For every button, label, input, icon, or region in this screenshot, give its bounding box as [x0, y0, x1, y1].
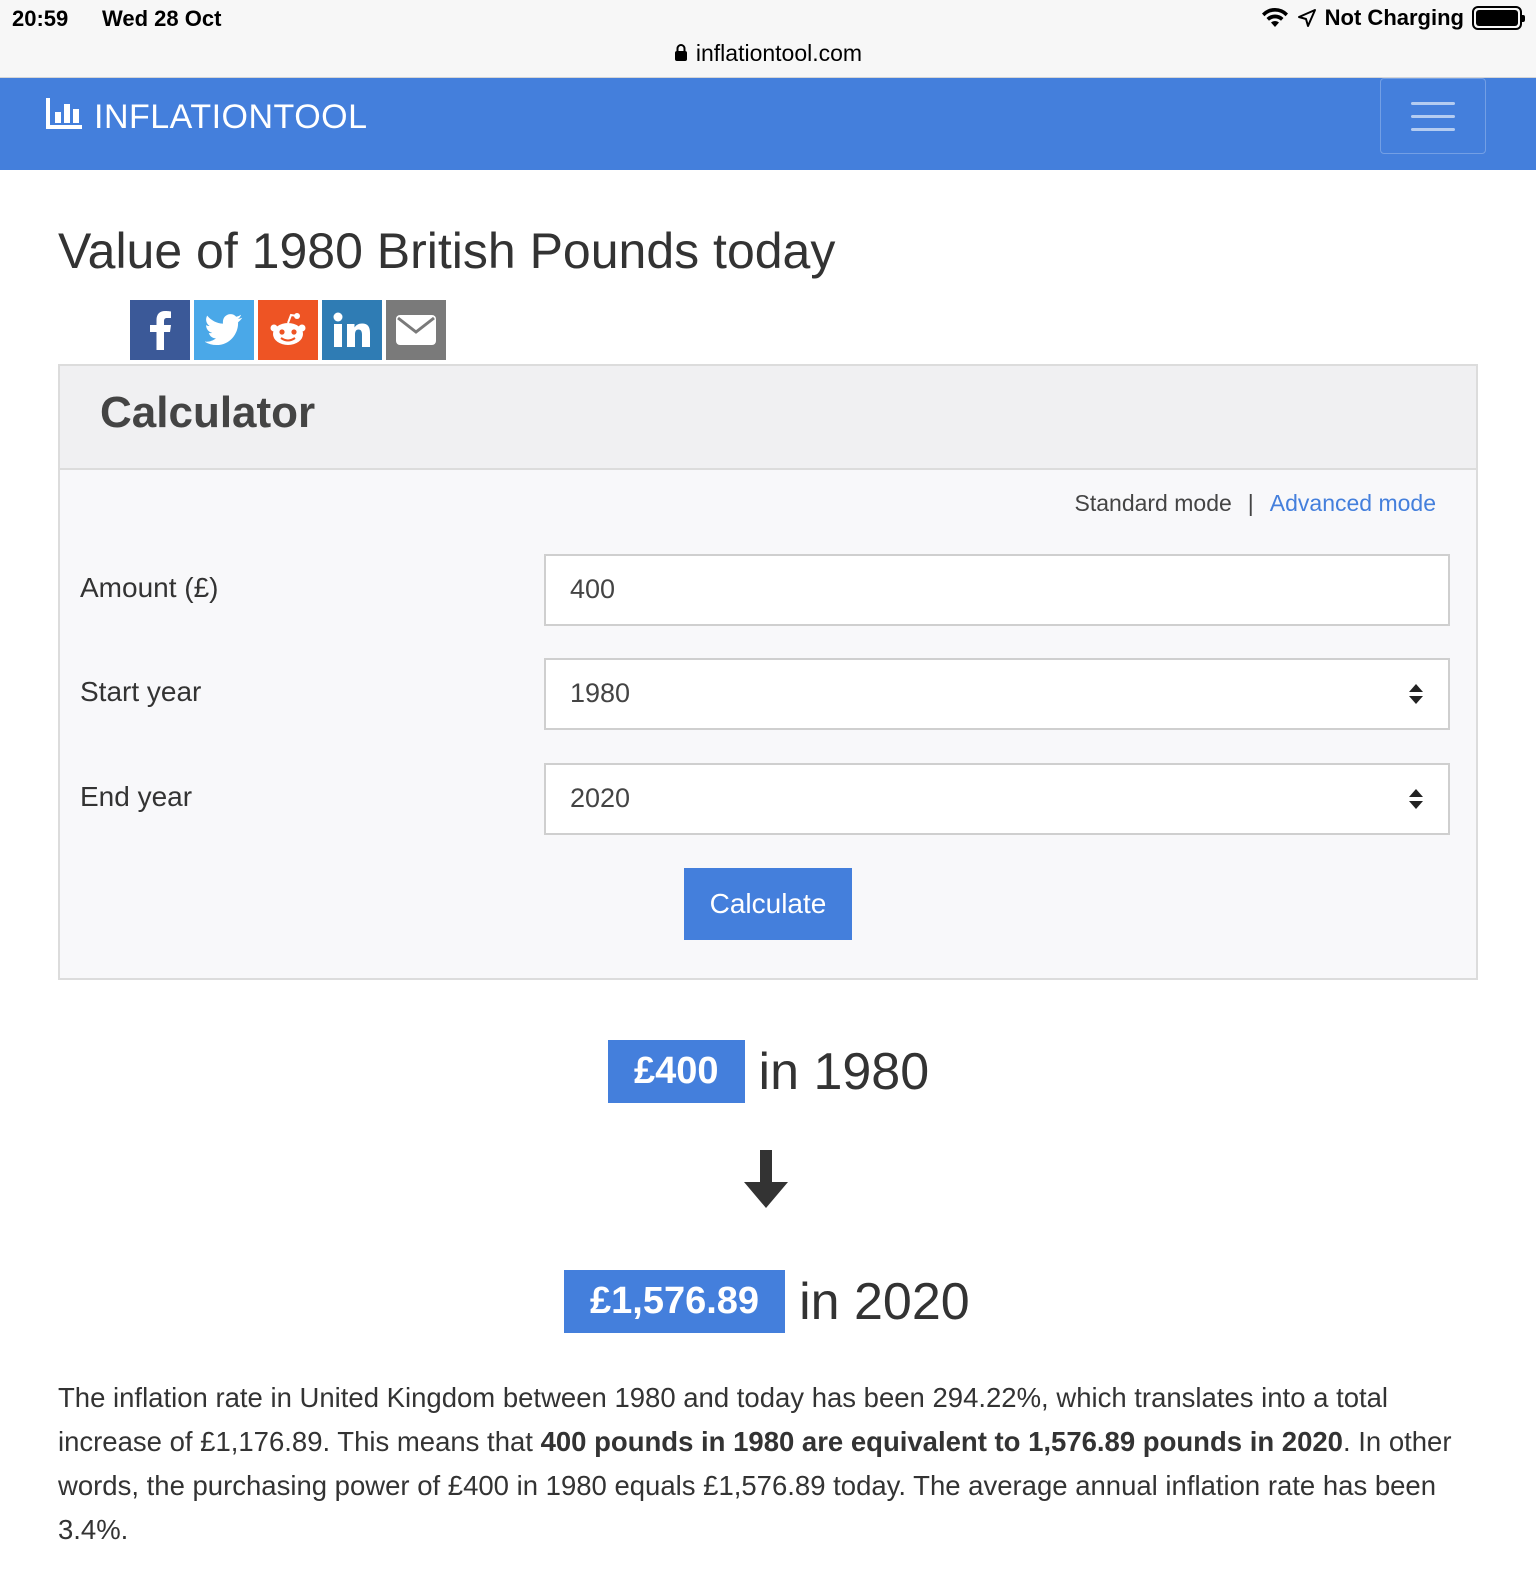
from-year-text: in 1980: [758, 1042, 930, 1101]
select-arrows-icon: [1408, 682, 1424, 713]
brand-link[interactable]: INFLATIONTOOL: [46, 96, 368, 139]
start-year-select[interactable]: 1980: [544, 658, 1450, 730]
calculator-card: Calculator Standard mode | Advanced mode…: [58, 364, 1478, 980]
email-share-button[interactable]: [386, 300, 446, 360]
lock-icon: [674, 40, 688, 67]
select-arrows-icon: [1408, 787, 1424, 818]
status-time: 20:59: [12, 6, 69, 31]
facebook-icon: [150, 311, 171, 350]
amount-label: Amount (£): [80, 572, 219, 603]
amount-value: 400: [570, 574, 616, 604]
calculate-button[interactable]: Calculate: [684, 868, 852, 940]
to-year-text: in 2020: [799, 1272, 970, 1331]
mode-separator: |: [1247, 490, 1254, 516]
result-from: £400 in 1980: [608, 1040, 929, 1103]
twitter-share-button[interactable]: [194, 300, 254, 360]
end-year-value: 2020: [570, 783, 631, 813]
share-buttons: [130, 300, 446, 360]
amount-row: Amount (£) 400: [80, 554, 1450, 626]
navbar: INFLATIONTOOL: [0, 78, 1536, 170]
to-amount-badge: £1,576.89: [564, 1270, 786, 1333]
calculator-title: Calculator: [100, 388, 316, 437]
page-title: Value of 1980 British Pounds today: [58, 223, 836, 279]
linkedin-share-button[interactable]: [322, 300, 382, 360]
from-amount-badge: £400: [608, 1040, 745, 1103]
battery-icon: [1472, 6, 1525, 30]
wifi-icon: [1261, 7, 1289, 29]
calculator-header: Calculator: [60, 366, 1476, 470]
paragraph-highlight: 400 pounds in 1980 are equivalent to 1,5…: [540, 1426, 1343, 1457]
start-year-value: 1980: [570, 678, 631, 708]
facebook-share-button[interactable]: [130, 300, 190, 360]
advanced-mode-link[interactable]: Advanced mode: [1270, 490, 1436, 517]
amount-input[interactable]: 400: [544, 554, 1450, 626]
menu-toggle-button[interactable]: [1380, 78, 1486, 154]
linkedin-icon: [333, 312, 370, 347]
mode-switch: Standard mode | Advanced mode: [1075, 490, 1437, 517]
hamburger-icon: [1411, 101, 1455, 105]
standard-mode-link[interactable]: Standard mode: [1075, 490, 1232, 517]
brand-name: INFLATIONTOOL: [94, 98, 368, 136]
explanation-paragraph: The inflation rate in United Kingdom bet…: [58, 1376, 1478, 1552]
reddit-share-button[interactable]: [258, 300, 318, 360]
status-date: Wed 28 Oct: [102, 6, 222, 31]
location-icon: [1297, 8, 1317, 28]
start-year-row: Start year 1980: [80, 658, 1450, 730]
end-year-label: End year: [80, 781, 193, 812]
battery-status-text: Not Charging: [1324, 5, 1464, 30]
status-bar: 20:59 Wed 28 Oct Not Charging inflationt…: [0, 0, 1536, 78]
url-text: inflationtool.com: [695, 40, 863, 66]
url-bar[interactable]: inflationtool.com: [0, 40, 1536, 67]
reddit-icon: [270, 313, 306, 345]
start-year-label: Start year: [80, 676, 202, 707]
end-year-select[interactable]: 2020: [544, 763, 1450, 835]
status-right: Not Charging: [1261, 5, 1525, 31]
twitter-icon: [205, 314, 243, 346]
end-year-row: End year 2020: [80, 763, 1450, 835]
result-to: £1,576.89 in 2020: [564, 1270, 970, 1333]
email-icon: [396, 315, 436, 345]
bar-chart-icon: [46, 96, 84, 139]
arrow-down-icon: [744, 1150, 788, 1213]
